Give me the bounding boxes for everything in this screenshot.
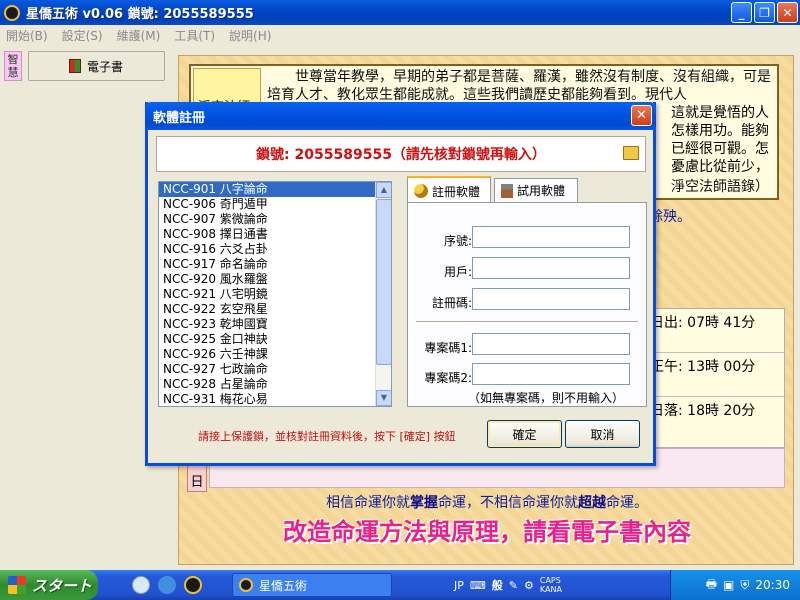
system-tray: JP ⌨ 般 ✎ ⚙ CAPS KANA 🖶 ▣ ⛨ 20:30	[454, 570, 800, 600]
user-label: 用戶:	[443, 265, 472, 279]
project-code-note: （如無專案碼，則不用輸入）	[468, 391, 625, 405]
tab-register-software[interactable]: 註冊軟體	[407, 176, 491, 204]
project-code-1-label: 專案碼1:	[424, 341, 472, 355]
ime-settings-icon[interactable]: ⚙	[524, 579, 534, 592]
printer-icon[interactable]: 🖶	[706, 575, 717, 596]
project-code-1-input[interactable]	[472, 333, 630, 355]
main-titlebar[interactable]: 星僑五術 v0.06 鎖號: 2055589555 _ ❐ ✕	[0, 0, 800, 25]
scroll-down-button[interactable]: ▼	[376, 390, 391, 406]
network-icon[interactable]: ▣	[723, 578, 734, 592]
keyboard-icon[interactable]: ⌨	[470, 579, 486, 592]
key-icon	[414, 184, 428, 198]
software-list-item[interactable]: NCC-928 占星論命	[159, 377, 391, 392]
register-tab-pane: 序號: 用戶: 註冊碼: 專案碼1: 專案碼2: （如無專案碼，則不用輸入）	[407, 202, 647, 407]
reg-code-label: 註冊碼:	[431, 296, 472, 310]
sunset-row: 日落: 18時 20分	[650, 403, 756, 419]
close-button[interactable]: ✕	[777, 2, 798, 23]
quote-text-tail: 這就是覺悟的人 怎樣用功。能夠 已經很可觀。怎 憂慮比從前少，	[671, 105, 769, 175]
menu-tools[interactable]: 工具(T)	[174, 27, 215, 44]
caps-kana-indicator: CAPS KANA	[539, 576, 562, 594]
taskbar-app-button[interactable]: 星僑五術	[232, 573, 392, 597]
dialog-close-button[interactable]: ✕	[631, 105, 652, 126]
language-indicator[interactable]: JP	[454, 579, 464, 592]
registration-dialog: 軟體註冊 ✕ 鎖號: 2055589555（請先核對鎖號再輸入） NCC-901…	[145, 102, 656, 466]
start-button[interactable]: スタート	[0, 570, 98, 600]
ime-tool-icon[interactable]: ✎	[509, 579, 518, 592]
reg-code-input[interactable]	[472, 288, 630, 310]
software-list-item[interactable]: NCC-923 乾坤國寶	[159, 317, 391, 332]
slogan-line: 相信命運你就掌握命運，不相信命運你就超越命運。	[326, 495, 648, 511]
quote-source: 淨空法師語錄）	[671, 179, 769, 195]
windows-flag-icon	[8, 576, 26, 594]
software-list-item[interactable]: NCC-916 六爻占卦	[159, 242, 391, 257]
project-code-2-input[interactable]	[472, 363, 630, 385]
lock-number-panel: 鎖號: 2055589555（請先核對鎖號再輸入）	[156, 136, 646, 172]
software-list-item[interactable]: NCC-906 奇門遁甲	[159, 197, 391, 212]
taskbar: スタート 星僑五術 JP ⌨ 般 ✎ ⚙ CAPS KANA 🖶 ▣ ⛨ 20:3…	[0, 570, 800, 600]
taskbar-app-icon	[239, 578, 253, 592]
app-icon[interactable]	[4, 4, 20, 21]
software-list-item[interactable]: NCC-908 擇日通書	[159, 227, 391, 242]
book-icon	[69, 59, 81, 73]
dialog-title: 軟體註冊	[153, 110, 206, 126]
project-code-2-label: 專案碼2:	[424, 371, 472, 385]
software-listbox[interactable]: NCC-901 八字論命 NCC-906 奇門遁甲 NCC-907 紫微論命 NCC-…	[158, 181, 392, 407]
security-icon[interactable]: ⛨	[740, 578, 749, 593]
noon-row: 正午: 13時 00分	[646, 353, 784, 397]
tray-clock-area: 🖶 ▣ ⛨ 20:30	[670, 570, 800, 600]
ok-button[interactable]: 確定	[487, 420, 562, 448]
lock-number-text: 鎖號: 2055589555（請先核對鎖號再輸入）	[256, 147, 546, 163]
software-list-item[interactable]: NCC-920 風水羅盤	[159, 272, 391, 287]
software-list-item[interactable]: NCC-917 命名論命	[159, 257, 391, 272]
software-list-item[interactable]: NCC-927 七政論命	[159, 362, 391, 377]
menu-start[interactable]: 開始(B)	[6, 27, 48, 44]
show-desktop-icon[interactable]	[132, 576, 150, 594]
menu-bar: 開始(B) 設定(S) 維護(M) 工具(T) 說明(H)	[0, 25, 800, 45]
ebook-button[interactable]: 電子書	[28, 51, 165, 81]
scroll-up-button[interactable]: ▲	[376, 182, 391, 198]
menu-settings[interactable]: 設定(S)	[62, 27, 103, 44]
sun-times-table: 日出: 07時 41分 正午: 13時 00分 日落: 18時 20分	[645, 308, 785, 448]
software-list-item[interactable]: NCC-922 玄空飛星	[159, 302, 391, 317]
list-scrollbar[interactable]: ▲ ▼	[375, 182, 391, 406]
ebook-label: 電子書	[87, 59, 124, 74]
open-folder-icon[interactable]	[623, 146, 639, 160]
software-list-item[interactable]: NCC-921 八宅明鏡	[159, 287, 391, 302]
browser-icon[interactable]	[158, 576, 176, 594]
menu-help[interactable]: 說明(H)	[229, 27, 271, 44]
tab-trial-software[interactable]: 試用軟體	[494, 178, 578, 202]
maximize-button[interactable]: ❐	[754, 2, 775, 23]
user-input[interactable]	[472, 257, 630, 279]
app-quicklaunch-icon[interactable]	[184, 576, 202, 594]
sunrise-row: 日出: 07時 41分	[646, 309, 784, 353]
serial-input[interactable]	[472, 226, 630, 248]
software-list-item[interactable]: NCC-901 八字論命	[159, 182, 391, 197]
ime-indicator[interactable]: 般	[492, 577, 503, 593]
minimize-button[interactable]: _	[731, 2, 752, 23]
window-title: 星僑五術 v0.06 鎖號: 2055589555	[26, 7, 254, 22]
scroll-thumb[interactable]	[376, 199, 391, 365]
software-list-item[interactable]: NCC-925 金口神訣	[159, 332, 391, 347]
field-separator	[416, 321, 638, 323]
ebook-promo-banner[interactable]: 改造命運方法與原理，請看電子書內容	[179, 512, 795, 547]
software-list-item[interactable]: NCC-926 六壬神課	[159, 347, 391, 362]
menu-maintenance[interactable]: 維護(M)	[117, 27, 161, 44]
hammer-icon	[501, 183, 513, 198]
serial-label: 序號:	[443, 234, 472, 248]
software-list-item[interactable]: NCC-907 紫微論命	[159, 212, 391, 227]
clock[interactable]: 20:30	[755, 578, 790, 592]
day-cell: 日	[187, 464, 207, 492]
quote-text: 世尊當年教學，早期的弟子都是菩薩、羅漢，雖然沒有制度、沒有組織，可是培育人才、教…	[267, 69, 771, 103]
wisdom-tab[interactable]: 智慧	[4, 51, 22, 81]
dialog-titlebar[interactable]: 軟體註冊 ✕	[145, 102, 656, 130]
cancel-button[interactable]: 取消	[565, 420, 640, 448]
instruction-text: 請接上保護鎖，並核對註冊資料後，按下 [確定] 按鈕	[198, 430, 456, 443]
software-list-item[interactable]: NCC-931 梅花心易	[159, 392, 391, 406]
